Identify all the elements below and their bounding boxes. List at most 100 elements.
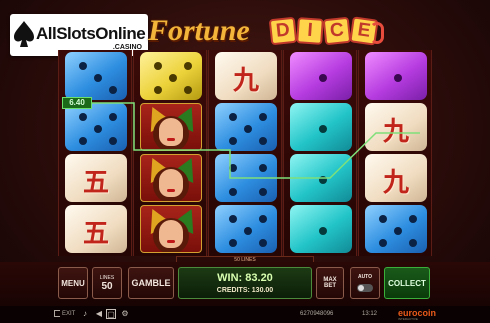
chinese-glyph: 五	[82, 168, 109, 198]
glyph-die-symbol: 五	[65, 154, 127, 202]
chinese-glyph: 九	[382, 168, 409, 198]
lines-value: 50	[101, 280, 113, 292]
blue-die-symbol	[65, 52, 127, 100]
jester-part	[159, 118, 183, 146]
die-face	[215, 154, 277, 202]
lines-selector[interactable]: LINES 50	[92, 267, 122, 299]
die-face	[365, 52, 427, 100]
fullscreen-icon[interactable]: ▢	[106, 309, 116, 319]
clock: 13:12	[362, 311, 378, 317]
die-pip	[244, 227, 252, 235]
die-pip	[79, 137, 87, 145]
die-pip	[79, 113, 87, 121]
die-pip	[394, 74, 402, 82]
die-pip	[109, 86, 117, 94]
purple-die-symbol	[290, 52, 352, 100]
die-pip	[229, 215, 237, 223]
jester-icon	[140, 103, 202, 151]
reel-3: 九	[208, 50, 282, 256]
reel-5: 九九	[358, 50, 432, 256]
die-face	[215, 103, 277, 151]
die-pip	[259, 215, 267, 223]
die-pip	[79, 62, 87, 70]
die-face	[290, 205, 352, 253]
blue-die-symbol	[65, 103, 127, 151]
title-dice-letter: D	[268, 16, 298, 46]
jester-part	[167, 240, 175, 243]
spade-icon	[14, 21, 34, 47]
die-face	[365, 205, 427, 253]
die-pip	[229, 239, 237, 247]
die-face: 九	[365, 154, 427, 202]
die-pip	[154, 86, 162, 94]
die-pip	[259, 188, 267, 196]
die-face: 九	[365, 103, 427, 151]
collect-button[interactable]: COLLECT	[384, 267, 430, 299]
die-pip	[94, 74, 102, 82]
exit-icon	[54, 310, 60, 317]
die-pip	[379, 239, 387, 247]
exit-button[interactable]: EXIT	[62, 311, 75, 317]
gamble-button[interactable]: GAMBLE	[128, 267, 174, 299]
die-face	[290, 154, 352, 202]
auto-label: AUTO	[357, 274, 373, 280]
die-face: 五	[65, 205, 127, 253]
provider-subtitle: INTERACTIVE	[398, 317, 418, 321]
title-dice-letter: I	[296, 17, 324, 45]
die-pip	[184, 62, 192, 70]
die-pip	[109, 137, 117, 145]
autoplay-toggle[interactable]: AUTO	[350, 267, 380, 299]
jester-part	[159, 169, 183, 197]
die-face	[65, 103, 127, 151]
blue-die-symbol	[365, 205, 427, 253]
reel-area: 五五九九九	[58, 50, 432, 256]
cyan-die-symbol	[290, 154, 352, 202]
die-pip	[259, 239, 267, 247]
die-pip	[169, 74, 177, 82]
die-pip	[409, 239, 417, 247]
glyph-die-symbol: 九	[365, 154, 427, 202]
menu-label: MENU	[61, 278, 85, 288]
die-pip	[319, 125, 327, 133]
chinese-glyph: 九	[382, 117, 409, 147]
reel-4	[283, 50, 357, 256]
yellow-die-symbol	[140, 52, 202, 100]
glyph-die-symbol: 九	[215, 52, 277, 100]
die-pip	[109, 113, 117, 121]
die-face	[65, 52, 127, 100]
die-pip	[319, 74, 327, 82]
sound-icon[interactable]: ♪	[80, 309, 90, 319]
menu-button[interactable]: MENU	[58, 267, 88, 299]
reel-1: 五五	[58, 50, 132, 256]
cyan-die-symbol	[290, 103, 352, 151]
jester-part	[159, 220, 183, 248]
credits-amount: CREDITS: 130.00	[216, 287, 274, 294]
max-bet-button[interactable]: MAX BET	[316, 267, 344, 299]
chinese-glyph: 九	[232, 66, 259, 96]
die-face: 五	[65, 154, 127, 202]
settings-icon[interactable]: ⚙	[120, 309, 130, 319]
die-pip	[319, 176, 327, 184]
game-title-word: Fortune	[148, 14, 250, 47]
die-pip	[229, 137, 237, 145]
collect-label: COLLECT	[388, 278, 426, 288]
purple-die-symbol	[365, 52, 427, 100]
die-pip	[259, 164, 267, 172]
die-pip	[319, 227, 327, 235]
die-pip	[259, 113, 267, 121]
title-swirl-ornament	[370, 22, 384, 44]
gamble-label: GAMBLE	[131, 278, 171, 288]
logo-text: AllSlotsOnline	[36, 24, 146, 43]
jester-wild-symbol	[140, 205, 202, 253]
control-panel: MENU LINES 50 GAMBLE WIN: 83.20 CREDITS:…	[0, 262, 490, 306]
die-face	[215, 205, 277, 253]
die-pip	[379, 215, 387, 223]
max-bet-label: MAX BET	[323, 277, 337, 289]
title-dice-letter: C	[322, 16, 352, 46]
footer-bar: EXIT ♪ ◀ ▢ ⚙ 6270948096 13:12 eurocoin I…	[0, 306, 490, 323]
die-pip	[154, 62, 162, 70]
die-face	[290, 52, 352, 100]
die-face	[290, 103, 352, 151]
blue-die-symbol	[215, 154, 277, 202]
speaker-icon[interactable]: ◀	[94, 309, 104, 319]
